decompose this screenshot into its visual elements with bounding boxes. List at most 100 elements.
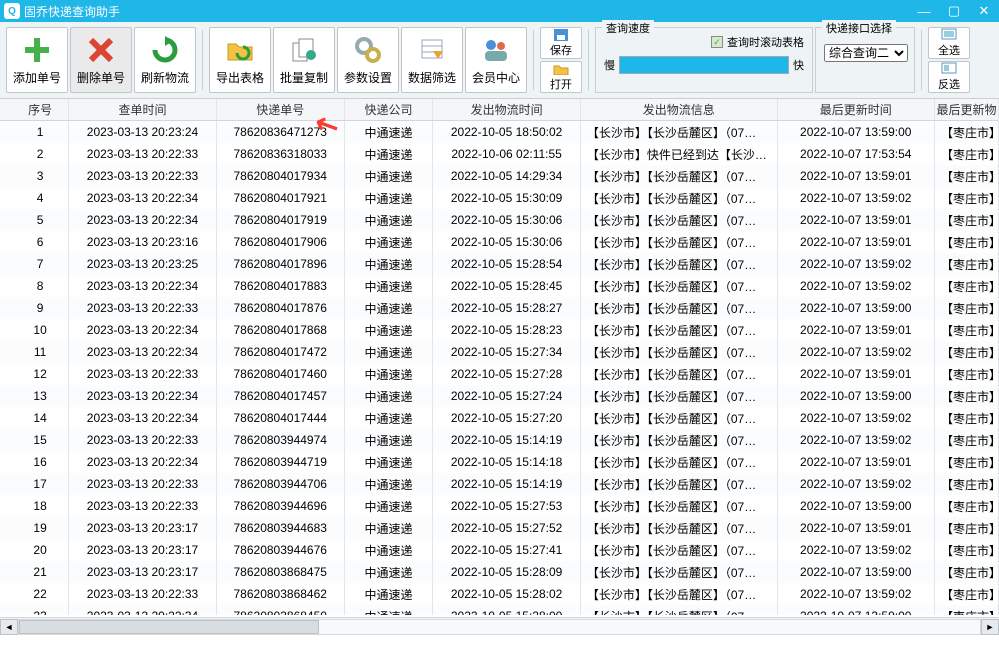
delete-button[interactable]: 删除单号 bbox=[70, 27, 132, 93]
cell-ship-time: 2022-10-05 15:28:27 bbox=[433, 297, 581, 319]
table-row[interactable]: 232023-03-13 20:22:3478620803868450中通速递2… bbox=[0, 605, 999, 615]
cell-tracking-no: 78620803944706 bbox=[217, 473, 345, 495]
col-header[interactable]: 序号 bbox=[12, 99, 69, 120]
table-row[interactable]: 152023-03-13 20:22:3378620803944974中通速递2… bbox=[0, 429, 999, 451]
table-row[interactable]: 32023-03-13 20:22:3378620804017934中通速递20… bbox=[0, 165, 999, 187]
cell-ship-time: 2022-10-05 15:30:06 bbox=[433, 209, 581, 231]
settings-button[interactable]: 参数设置 bbox=[337, 27, 399, 93]
table-row[interactable]: 122023-03-13 20:22:3378620804017460中通速递2… bbox=[0, 363, 999, 385]
member-button[interactable]: 会员中心 bbox=[465, 27, 527, 93]
window-title: 固乔快递查询助手 bbox=[24, 3, 120, 20]
col-header[interactable]: 查单时间 bbox=[69, 99, 217, 120]
cell-ship-info: 【长沙市】【长沙岳麓区】（07… bbox=[581, 165, 778, 187]
table-row[interactable]: 142023-03-13 20:22:3478620804017444中通速递2… bbox=[0, 407, 999, 429]
scroll-track[interactable] bbox=[18, 619, 981, 635]
scroll-checkbox[interactable]: ✓ bbox=[711, 36, 723, 48]
table-row[interactable]: 92023-03-13 20:22:3378620804017876中通速递20… bbox=[0, 297, 999, 319]
cell-company: 中通速递 bbox=[345, 605, 434, 615]
interface-select[interactable]: 综合查询二 bbox=[824, 44, 908, 62]
col-header[interactable]: 快递公司 bbox=[345, 99, 434, 120]
table-row[interactable]: 42023-03-13 20:22:3478620804017921中通速递20… bbox=[0, 187, 999, 209]
table-row[interactable]: 172023-03-13 20:22:3378620803944706中通速递2… bbox=[0, 473, 999, 495]
table-row[interactable]: 202023-03-13 20:23:1778620803944676中通速递2… bbox=[0, 539, 999, 561]
table-row[interactable]: 132023-03-13 20:22:3478620804017457中通速递2… bbox=[0, 385, 999, 407]
scroll-label: 查询时滚动表格 bbox=[727, 34, 804, 50]
cell-tracking-no: 78620804017460 bbox=[217, 363, 345, 385]
cell-tracking-no: 78620804017444 bbox=[217, 407, 345, 429]
copy-icon bbox=[289, 35, 319, 65]
cell-seq: 15 bbox=[12, 429, 69, 451]
cell-query-time: 2023-03-13 20:22:34 bbox=[69, 451, 217, 473]
cell-ship-info: 【长沙市】【长沙岳麓区】（07… bbox=[581, 539, 778, 561]
filter-button[interactable]: 数据筛选 bbox=[401, 27, 463, 93]
cell-company: 中通速递 bbox=[345, 429, 434, 451]
cell-query-time: 2023-03-13 20:22:34 bbox=[69, 209, 217, 231]
add-button[interactable]: 添加单号 bbox=[6, 27, 68, 93]
invert-selection-button[interactable]: 反选 bbox=[928, 61, 970, 93]
cell-ship-info: 【长沙市】【长沙岳麓区】（07… bbox=[581, 187, 778, 209]
cell-ship-info: 【长沙市】【长沙岳麓区】（07… bbox=[581, 253, 778, 275]
cell-update-time: 2022-10-07 13:59:00 bbox=[778, 385, 935, 407]
table-row[interactable]: 222023-03-13 20:22:3378620803868462中通速递2… bbox=[0, 583, 999, 605]
table-row[interactable]: 12023-03-13 20:23:2478620836471273中通速递20… bbox=[0, 121, 999, 143]
cell-ship-time: 2022-10-05 15:27:53 bbox=[433, 495, 581, 517]
col-header[interactable]: 最后更新时间 bbox=[778, 99, 935, 120]
titlebar: Q 固乔快递查询助手 — ▢ ✕ bbox=[0, 0, 999, 22]
save-icon bbox=[553, 28, 569, 41]
cell-ship-info: 【长沙市】【长沙岳麓区】（07… bbox=[581, 297, 778, 319]
scroll-left-button[interactable]: ◄ bbox=[0, 619, 18, 635]
col-header[interactable]: 最后更新物 bbox=[935, 99, 999, 120]
save-button[interactable]: 保存 bbox=[540, 27, 582, 59]
table-row[interactable]: 162023-03-13 20:22:3478620803944719中通速递2… bbox=[0, 451, 999, 473]
cell-query-time: 2023-03-13 20:22:33 bbox=[69, 583, 217, 605]
table-row[interactable]: 62023-03-13 20:23:1678620804017906中通速递20… bbox=[0, 231, 999, 253]
copy-button[interactable]: 批量复制 bbox=[273, 27, 335, 93]
table-row[interactable]: 102023-03-13 20:22:3478620804017868中通速递2… bbox=[0, 319, 999, 341]
cell-last: 【枣庄市】忄 bbox=[935, 231, 999, 253]
cell-ship-time: 2022-10-05 15:28:09 bbox=[433, 561, 581, 583]
cell-company: 中通速递 bbox=[345, 319, 434, 341]
cell-company: 中通速递 bbox=[345, 253, 434, 275]
cell-company: 中通速递 bbox=[345, 187, 434, 209]
export-button[interactable]: 导出表格 bbox=[209, 27, 271, 93]
cell-query-time: 2023-03-13 20:22:34 bbox=[69, 319, 217, 341]
cell-last: 【枣庄市】忄 bbox=[935, 539, 999, 561]
open-button[interactable]: 打开 bbox=[540, 61, 582, 93]
cell-last: 【枣庄市】忄 bbox=[935, 583, 999, 605]
cell-last: 【枣庄市】忄 bbox=[935, 517, 999, 539]
scroll-thumb[interactable] bbox=[19, 620, 319, 634]
table-row[interactable]: 182023-03-13 20:22:3378620803944696中通速递2… bbox=[0, 495, 999, 517]
cell-query-time: 2023-03-13 20:23:17 bbox=[69, 539, 217, 561]
table-row[interactable]: 82023-03-13 20:22:3478620804017883中通速递20… bbox=[0, 275, 999, 297]
close-button[interactable]: ✕ bbox=[969, 0, 999, 22]
cell-ship-time: 2022-10-05 15:27:24 bbox=[433, 385, 581, 407]
col-header[interactable]: 发出物流时间 bbox=[433, 99, 581, 120]
col-header[interactable]: 快递单号 bbox=[217, 99, 345, 120]
table-row[interactable]: 212023-03-13 20:23:1778620803868475中通速递2… bbox=[0, 561, 999, 583]
cell-query-time: 2023-03-13 20:23:17 bbox=[69, 561, 217, 583]
cell-company: 中通速递 bbox=[345, 495, 434, 517]
cell-update-time: 2022-10-07 13:59:02 bbox=[778, 473, 935, 495]
speed-slider[interactable] bbox=[619, 56, 789, 74]
table-row[interactable]: 192023-03-13 20:23:1778620803944683中通速递2… bbox=[0, 517, 999, 539]
cell-ship-time: 2022-10-05 15:27:28 bbox=[433, 363, 581, 385]
col-header[interactable]: 发出物流信息 bbox=[581, 99, 778, 120]
table-row[interactable]: 112023-03-13 20:22:3478620804017472中通速递2… bbox=[0, 341, 999, 363]
cell-query-time: 2023-03-13 20:22:33 bbox=[69, 363, 217, 385]
cell-ship-info: 【长沙市】【长沙岳麓区】（07… bbox=[581, 385, 778, 407]
table-row[interactable]: 52023-03-13 20:22:3478620804017919中通速递20… bbox=[0, 209, 999, 231]
table-row[interactable]: 22023-03-13 20:22:3378620836318033中通速递20… bbox=[0, 143, 999, 165]
refresh-button[interactable]: 刷新物流 bbox=[134, 27, 196, 93]
cell-update-time: 2022-10-07 13:59:00 bbox=[778, 297, 935, 319]
cell-ship-time: 2022-10-05 15:14:19 bbox=[433, 473, 581, 495]
cell-last: 【枣庄市】忄 bbox=[935, 451, 999, 473]
cell-tracking-no: 78620836471273 bbox=[217, 121, 345, 143]
maximize-button[interactable]: ▢ bbox=[939, 0, 969, 22]
scroll-right-button[interactable]: ► bbox=[981, 619, 999, 635]
cell-ship-info: 【长沙市】【长沙岳麓区】（07… bbox=[581, 275, 778, 297]
cell-ship-time: 2022-10-05 15:28:23 bbox=[433, 319, 581, 341]
select-all-button[interactable]: 全选 bbox=[928, 27, 970, 59]
table-row[interactable]: 72023-03-13 20:23:2578620804017896中通速递20… bbox=[0, 253, 999, 275]
minimize-button[interactable]: — bbox=[909, 0, 939, 22]
horizontal-scrollbar[interactable]: ◄ ► bbox=[0, 617, 999, 635]
